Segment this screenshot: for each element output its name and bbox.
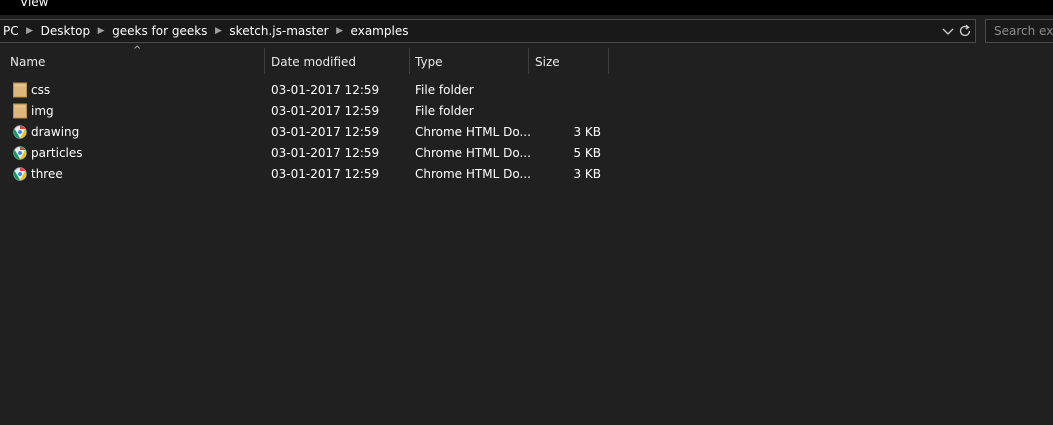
column-header-size[interactable]: Size (529, 48, 608, 76)
file-name: three (31, 167, 63, 181)
file-row-three[interactable]: three 03-01-2017 12:59 Chrome HTML Do...… (0, 164, 620, 185)
file-type: File folder (415, 83, 474, 97)
chevron-right-icon[interactable]: ▶ (329, 26, 351, 36)
file-name: css (31, 83, 51, 97)
file-row-particles[interactable]: particles 03-01-2017 12:59 Chrome HTML D… (0, 143, 620, 164)
chevron-right-icon[interactable]: ▶ (207, 26, 229, 36)
file-row-img[interactable]: img 03-01-2017 12:59 File folder (0, 101, 620, 122)
breadcrumb-pc[interactable]: PC (3, 24, 19, 38)
file-row-drawing[interactable]: drawing 03-01-2017 12:59 Chrome HTML Do.… (0, 122, 620, 143)
ribbon-tab-view[interactable]: View (20, 0, 48, 9)
file-name: particles (31, 146, 83, 160)
folder-icon (13, 82, 27, 98)
column-header-date[interactable]: Date modified (265, 48, 409, 76)
column-header-name[interactable]: ^ Name (4, 45, 264, 76)
file-name: img (31, 104, 54, 118)
file-date: 03-01-2017 12:59 (271, 125, 380, 139)
file-type: Chrome HTML Do... (415, 125, 531, 139)
column-label-size: Size (535, 55, 560, 69)
column-header-type[interactable]: Type (410, 48, 528, 76)
chrome-html-icon (13, 166, 27, 182)
breadcrumb-desktop[interactable]: Desktop (41, 24, 91, 38)
file-size: 3 KB (573, 125, 601, 139)
file-name: drawing (31, 125, 80, 139)
file-type: Chrome HTML Do... (415, 167, 531, 181)
column-headers: ^ Name Date modified Type Size (0, 45, 1053, 76)
refresh-icon[interactable] (956, 22, 974, 40)
file-type: Chrome HTML Do... (415, 146, 531, 160)
search-input[interactable] (986, 20, 1053, 42)
address-bar[interactable]: PC ▶ Desktop ▶ geeks for geeks ▶ sketch.… (0, 19, 976, 43)
file-size: 3 KB (573, 167, 601, 181)
breadcrumb: PC ▶ Desktop ▶ geeks for geeks ▶ sketch.… (3, 24, 408, 38)
file-date: 03-01-2017 12:59 (271, 146, 380, 160)
chevron-down-icon[interactable] (940, 22, 956, 40)
breadcrumb-geeks-for-geeks[interactable]: geeks for geeks (112, 24, 207, 38)
file-row-css[interactable]: css 03-01-2017 12:59 File folder (0, 80, 620, 101)
folder-icon (13, 103, 27, 119)
breadcrumb-examples[interactable]: examples (351, 24, 409, 38)
column-label-name: Name (10, 55, 46, 69)
file-date: 03-01-2017 12:59 (271, 83, 380, 97)
file-type: File folder (415, 104, 474, 118)
file-date: 03-01-2017 12:59 (271, 104, 380, 118)
file-date: 03-01-2017 12:59 (271, 167, 380, 181)
column-label-type: Type (415, 55, 443, 69)
chrome-html-icon (13, 145, 27, 161)
ribbon-bar: View (0, 0, 1053, 15)
file-size: 5 KB (573, 146, 601, 160)
search-box[interactable] (985, 19, 1053, 43)
chevron-right-icon[interactable]: ▶ (19, 26, 41, 36)
column-divider[interactable] (608, 48, 609, 74)
breadcrumb-sketch-js-master[interactable]: sketch.js-master (229, 24, 328, 38)
chevron-right-icon[interactable]: ▶ (90, 26, 112, 36)
column-label-date: Date modified (271, 55, 357, 69)
chrome-html-icon (13, 124, 27, 140)
sort-ascending-icon: ^ (133, 45, 142, 56)
